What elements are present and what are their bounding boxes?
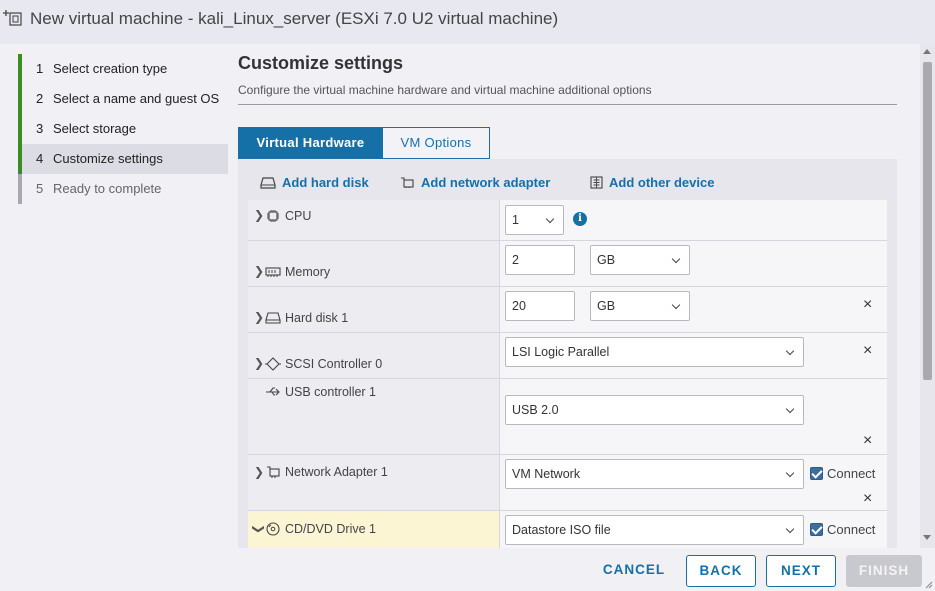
remove-device-icon[interactable]: × xyxy=(863,433,872,449)
chevron-right-icon[interactable]: ❯ xyxy=(254,356,264,370)
connect-label: Connect xyxy=(827,522,876,537)
other-device-icon xyxy=(590,176,603,189)
chevron-right-icon[interactable]: ❯ xyxy=(254,465,264,479)
scrollbar-thumb[interactable] xyxy=(923,62,932,380)
add-other-device-label: Add other device xyxy=(609,175,715,190)
scroll-down-arrow-icon[interactable] xyxy=(923,535,931,540)
device-row-cd-dvd: ❯ CD/DVD Drive 1 Datastore ISO file Conn… xyxy=(248,511,887,548)
step-label: Ready to complete xyxy=(53,181,162,196)
device-row-cpu: ❯ CPU 1 i xyxy=(248,200,887,241)
chevron-right-icon[interactable]: ❯ xyxy=(254,208,264,222)
resize-grip-icon[interactable] xyxy=(925,581,933,589)
add-other-device-button[interactable]: Add other device xyxy=(590,175,714,190)
finish-button[interactable]: FINISH xyxy=(846,555,922,587)
cpu-label: CPU xyxy=(285,209,312,223)
remove-device-icon[interactable]: × xyxy=(863,343,872,359)
add-hard-disk-button[interactable]: Add hard disk xyxy=(260,175,369,190)
vertical-scrollbar[interactable] xyxy=(920,44,935,548)
title-bar: New virtual machine - kali_Linux_server … xyxy=(0,0,935,44)
info-icon[interactable]: i xyxy=(573,212,587,226)
page-subtitle: Configure the virtual machine hardware a… xyxy=(238,83,652,97)
remove-device-icon[interactable]: × xyxy=(863,297,872,313)
cpu-count-select[interactable]: 1 xyxy=(505,205,564,235)
cd-dvd-source-select[interactable]: Datastore ISO file xyxy=(505,515,804,545)
remove-device-icon[interactable]: × xyxy=(863,491,872,507)
step-number: 4 xyxy=(36,151,44,166)
hard-disk-label: Hard disk 1 xyxy=(285,311,349,325)
device-row-hard-disk: ❯ Hard disk 1 20 GB × xyxy=(248,287,887,333)
scsi-controller-label: SCSI Controller 0 xyxy=(285,357,383,371)
step-number: 1 xyxy=(36,61,44,76)
step-number: 5 xyxy=(36,181,44,196)
chevron-right-icon[interactable]: ❯ xyxy=(254,264,264,278)
connect-checkbox[interactable] xyxy=(810,523,823,536)
divider xyxy=(238,104,897,105)
wizard-step-2[interactable]: 2 Select a name and guest OS xyxy=(18,84,228,114)
memory-unit-select[interactable]: GB xyxy=(590,245,690,275)
cancel-button[interactable]: CANCEL xyxy=(598,555,670,587)
memory-label: Memory xyxy=(285,265,331,279)
memory-size-input[interactable]: 2 xyxy=(505,245,575,275)
cpu-icon xyxy=(267,210,279,222)
add-vm-icon xyxy=(3,10,22,26)
wizard-footer: CANCEL BACK NEXT FINISH xyxy=(0,548,935,591)
usb-type-select[interactable]: USB 2.0 xyxy=(505,395,804,425)
window-title: New virtual machine - kali_Linux_server … xyxy=(30,9,559,28)
hard-disk-icon xyxy=(260,177,276,189)
chevron-down-icon[interactable]: ❯ xyxy=(252,524,266,534)
add-hard-disk-label: Add hard disk xyxy=(282,175,369,190)
connect-checkbox[interactable] xyxy=(810,467,823,480)
wizard-step-1[interactable]: 1 Select creation type xyxy=(18,54,228,84)
virtual-hardware-panel: Add hard disk Add network adapter Add ot… xyxy=(238,159,897,548)
step-label: Customize settings xyxy=(53,151,163,166)
step-number: 3 xyxy=(36,121,44,136)
tab-vm-options[interactable]: VM Options xyxy=(382,127,490,159)
cd-dvd-label: CD/DVD Drive 1 xyxy=(285,522,376,536)
cd-dvd-icon xyxy=(266,522,280,536)
scsi-type-select[interactable]: LSI Logic Parallel xyxy=(505,337,804,367)
network-select[interactable]: VM Network xyxy=(505,459,804,489)
device-row-memory: ❯ Memory 2 GB xyxy=(248,241,887,287)
wizard-steps: 1 Select creation type 2 Select a name and… xyxy=(0,44,230,548)
device-row-usb: USB controller 1 USB 2.0 × xyxy=(248,379,887,455)
device-row-network-adapter: ❯ Network Adapter 1 VM Network Connect × xyxy=(248,455,887,511)
memory-icon xyxy=(265,267,281,277)
tab-virtual-hardware[interactable]: Virtual Hardware xyxy=(238,127,383,159)
network-adapter-icon xyxy=(267,466,280,478)
step-label: Select a name and guest OS xyxy=(53,91,220,106)
back-button[interactable]: BACK xyxy=(686,555,756,587)
network-adapter-icon xyxy=(401,177,414,188)
chevron-right-icon[interactable]: ❯ xyxy=(254,310,264,324)
step-label: Select creation type xyxy=(53,61,168,76)
step-label: Select storage xyxy=(53,121,137,136)
next-button[interactable]: NEXT xyxy=(766,555,836,587)
disk-size-input[interactable]: 20 xyxy=(505,291,575,321)
step-number: 2 xyxy=(36,91,44,106)
wizard-step-3[interactable]: 3 Select storage xyxy=(18,114,228,144)
add-network-adapter-label: Add network adapter xyxy=(421,175,551,190)
customize-settings-panel: Customize settings Configure the virtual… xyxy=(230,44,920,548)
disk-unit-select[interactable]: GB xyxy=(590,291,690,321)
usb-controller-label: USB controller 1 xyxy=(285,385,377,399)
hard-disk-icon xyxy=(265,312,281,324)
scroll-up-arrow-icon[interactable] xyxy=(923,49,931,54)
wizard-step-4[interactable]: 4 Customize settings xyxy=(18,144,228,174)
device-row-scsi: ❯ SCSI Controller 0 LSI Logic Parallel × xyxy=(248,333,887,379)
scsi-controller-icon xyxy=(265,357,281,371)
usb-icon xyxy=(266,387,280,396)
wizard-step-5[interactable]: 5 Ready to complete xyxy=(18,174,228,204)
connect-label: Connect xyxy=(827,466,876,481)
network-adapter-label: Network Adapter 1 xyxy=(285,465,388,479)
add-network-adapter-button[interactable]: Add network adapter xyxy=(400,175,550,190)
page-title: Customize settings xyxy=(238,53,404,73)
